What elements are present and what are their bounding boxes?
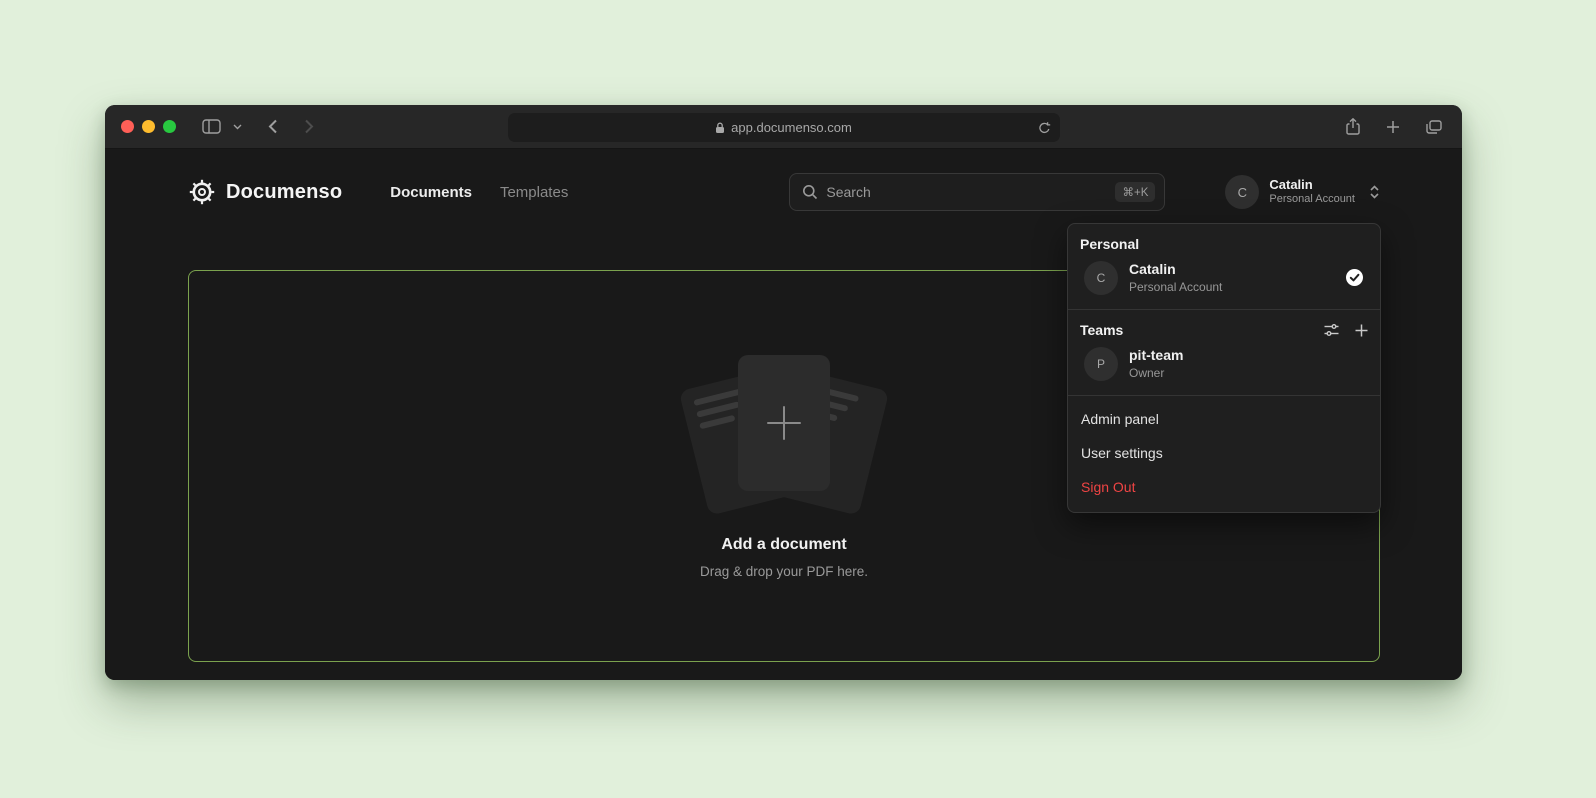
- team-avatar: P: [1084, 347, 1118, 381]
- sidebar-chevron-icon[interactable]: [229, 120, 246, 134]
- teams-section: Teams: [1068, 310, 1380, 395]
- selected-check-icon: [1345, 268, 1364, 287]
- window-controls: [121, 120, 176, 133]
- team-name: pit-team: [1129, 346, 1183, 365]
- brand[interactable]: Documenso: [189, 179, 342, 205]
- personal-section-label: Personal: [1080, 236, 1368, 252]
- browser-nav-controls: [198, 115, 318, 138]
- team-item[interactable]: P pit-team Owner: [1080, 338, 1368, 383]
- menu-item-admin-panel[interactable]: Admin panel: [1068, 402, 1380, 436]
- plus-icon: [767, 406, 801, 440]
- forward-button[interactable]: [300, 115, 318, 138]
- documenso-logo-icon: [189, 179, 215, 205]
- menu-item-sign-out[interactable]: Sign Out: [1068, 470, 1380, 504]
- manage-teams-icon[interactable]: [1324, 323, 1339, 337]
- lock-icon: [715, 122, 725, 134]
- browser-toolbar-right: [1342, 114, 1446, 139]
- personal-subtitle: Personal Account: [1129, 279, 1222, 295]
- tab-overview-icon[interactable]: [1422, 116, 1446, 138]
- team-role: Owner: [1129, 365, 1183, 381]
- menu-actions: Admin panel User settings Sign Out: [1068, 396, 1380, 512]
- account-subtitle: Personal Account: [1269, 193, 1355, 207]
- menu-item-user-settings[interactable]: User settings: [1068, 436, 1380, 470]
- personal-avatar: C: [1084, 261, 1118, 295]
- add-team-icon[interactable]: [1355, 324, 1368, 337]
- dropzone-title: Add a document: [721, 536, 846, 554]
- illustration-card-center: [738, 355, 830, 491]
- search-input[interactable]: [826, 184, 1107, 200]
- personal-name: Catalin: [1129, 260, 1222, 279]
- documents-illustration: [674, 353, 894, 498]
- account-avatar: C: [1225, 175, 1259, 209]
- zoom-button[interactable]: [163, 120, 176, 133]
- browser-window: app.documenso.com: [105, 105, 1462, 680]
- nav-documents[interactable]: Documents: [390, 184, 472, 201]
- desktop: app.documenso.com: [0, 0, 1596, 798]
- nav-templates[interactable]: Templates: [500, 184, 568, 201]
- account-dropdown-menu: Personal C Catalin Personal Account: [1067, 223, 1381, 513]
- minimize-button[interactable]: [142, 120, 155, 133]
- app-content: Documenso Documents Templates ⌘+K: [105, 149, 1462, 680]
- new-tab-icon[interactable]: [1382, 116, 1404, 138]
- account-name: Catalin: [1269, 177, 1355, 193]
- search-bar[interactable]: ⌘+K: [789, 173, 1165, 211]
- account-menu-button[interactable]: C Catalin Personal Account: [1225, 175, 1380, 209]
- back-button[interactable]: [264, 115, 282, 138]
- url-text: app.documenso.com: [731, 120, 852, 135]
- teams-section-label: Teams: [1080, 322, 1123, 338]
- address-bar[interactable]: app.documenso.com: [508, 113, 1060, 142]
- reload-icon[interactable]: [1038, 121, 1051, 134]
- personal-account-item[interactable]: C Catalin Personal Account: [1080, 252, 1368, 297]
- main-nav: Documents Templates: [390, 184, 568, 201]
- search-icon: [802, 184, 818, 200]
- close-button[interactable]: [121, 120, 134, 133]
- browser-titlebar: app.documenso.com: [105, 105, 1462, 149]
- sidebar-toggle-icon[interactable]: [198, 115, 225, 138]
- dropzone-subtitle: Drag & drop your PDF here.: [700, 564, 868, 579]
- share-icon[interactable]: [1342, 114, 1364, 139]
- chevron-up-down-icon: [1369, 184, 1380, 200]
- personal-section: Personal C Catalin Personal Account: [1068, 224, 1380, 309]
- search-shortcut-badge: ⌘+K: [1115, 182, 1155, 202]
- brand-name: Documenso: [226, 181, 342, 204]
